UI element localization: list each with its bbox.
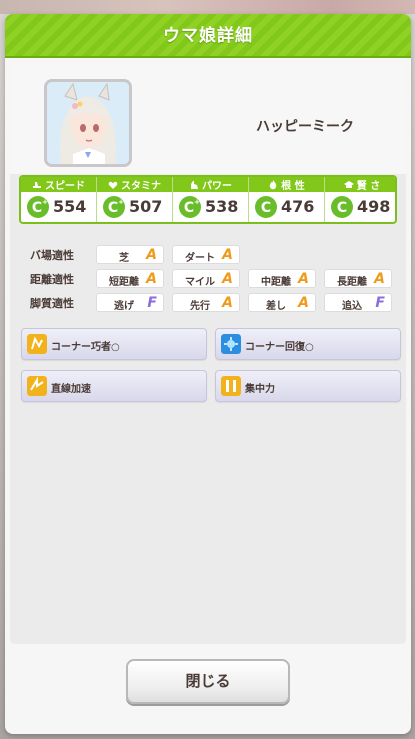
apt-grade: A bbox=[222, 247, 233, 263]
apt-grade: A bbox=[222, 271, 233, 287]
apt-name: ダート bbox=[185, 253, 215, 264]
recovery-skill-icon bbox=[221, 334, 241, 354]
apt-row-label: 脚質適性 bbox=[30, 297, 74, 310]
content-panel: ハッピーミーク スピード C + 554 スタミナ C + 507 パワー C … bbox=[10, 64, 406, 644]
apt-grade: A bbox=[146, 247, 157, 263]
dialog-title: ウマ娘詳細 bbox=[163, 26, 253, 46]
apt-long: 長距離 A bbox=[324, 269, 392, 288]
background-banner bbox=[0, 0, 415, 14]
apt-row-label: 距離適性 bbox=[30, 273, 74, 286]
stat-power: パワー C + 538 bbox=[173, 177, 249, 222]
apt-name: 長距離 bbox=[337, 277, 367, 288]
stat-value: 554 bbox=[53, 197, 87, 216]
stat-grade: C bbox=[261, 200, 271, 216]
apt-sprint: 短距離 A bbox=[96, 269, 164, 288]
apt-name: 逃げ bbox=[114, 301, 134, 312]
stat-grade: C bbox=[184, 200, 194, 216]
stat-grade: C bbox=[337, 200, 347, 216]
power-arm-icon bbox=[191, 180, 198, 189]
apt-name: マイル bbox=[185, 277, 215, 288]
stat-guts: 根 性 C 476 bbox=[249, 177, 325, 222]
stat-value: 476 bbox=[281, 197, 315, 216]
corner-skill-icon bbox=[27, 334, 47, 354]
apt-grade: A bbox=[146, 271, 157, 287]
stat-value: 538 bbox=[205, 197, 239, 216]
stat-label: パワー bbox=[202, 181, 232, 192]
apt-grade: A bbox=[298, 271, 309, 287]
apt-dirt: ダート A bbox=[172, 245, 240, 264]
umamusume-detail-dialog: ウマ娘詳細 ハッピーミーク スピード C + 554 スタミナ C + 507 … bbox=[5, 14, 411, 734]
apt-name: 芝 bbox=[119, 253, 129, 264]
grade-c-badge-icon: C + bbox=[179, 196, 201, 218]
skill-card[interactable]: コーナー回復○ bbox=[215, 328, 401, 360]
apt-grade: F bbox=[375, 295, 385, 311]
svg-text:+: + bbox=[194, 198, 200, 206]
skill-card[interactable]: 直線加速 bbox=[21, 370, 207, 402]
apt-grade: A bbox=[222, 295, 233, 311]
svg-text:+: + bbox=[42, 198, 48, 206]
apt-front-runner: 逃げ F bbox=[96, 293, 164, 312]
close-button[interactable]: 閉じる bbox=[126, 659, 290, 704]
apt-grade: A bbox=[374, 271, 385, 287]
straight-accel-icon bbox=[27, 376, 47, 396]
stat-speed: スピード C + 554 bbox=[21, 177, 97, 222]
apt-pace-chaser: 先行 A bbox=[172, 293, 240, 312]
stat-value: 507 bbox=[129, 197, 163, 216]
apt-turf: 芝 A bbox=[96, 245, 164, 264]
stat-label: スタミナ bbox=[121, 181, 161, 192]
character-avatar[interactable] bbox=[44, 79, 132, 167]
grade-c-badge-icon: C + bbox=[27, 196, 49, 218]
distance-aptitude-row: 距離適性 短距離 A マイル A 中距離 A 長距離 A bbox=[10, 269, 406, 289]
graduation-cap-icon bbox=[343, 180, 354, 188]
svg-text:+: + bbox=[118, 198, 124, 206]
skill-name: 直線加速 bbox=[51, 384, 91, 395]
speed-icon bbox=[33, 181, 41, 188]
stat-wisdom: 賢 さ C 498 bbox=[325, 177, 395, 222]
track-aptitude-row: バ場適性 芝 A ダート A bbox=[10, 245, 406, 265]
apt-name: 先行 bbox=[190, 301, 210, 312]
apt-late-surger: 差し A bbox=[248, 293, 316, 312]
stat-grade: C bbox=[32, 200, 42, 216]
stat-label: スピード bbox=[45, 181, 85, 192]
apt-name: 差し bbox=[266, 301, 286, 312]
apt-name: 短距離 bbox=[109, 277, 139, 288]
stat-label: 根 性 bbox=[281, 181, 305, 192]
apt-grade: A bbox=[298, 295, 309, 311]
concentration-icon bbox=[221, 376, 241, 396]
skill-name: 集中力 bbox=[245, 384, 275, 395]
apt-row-label: バ場適性 bbox=[30, 249, 74, 262]
grade-c-badge-icon: C bbox=[255, 196, 277, 218]
apt-end-closer: 追込 F bbox=[324, 293, 392, 312]
profile-area: ハッピーミーク bbox=[10, 64, 406, 174]
grade-c-badge-icon: C bbox=[331, 196, 353, 218]
stat-value: 498 bbox=[357, 197, 391, 216]
skill-name: コーナー巧者○ bbox=[51, 342, 120, 353]
apt-mile: マイル A bbox=[172, 269, 240, 288]
skill-name: コーナー回復○ bbox=[245, 342, 314, 353]
character-name: ハッピーミーク bbox=[256, 119, 354, 135]
stat-grade: C bbox=[108, 200, 118, 216]
stats-panel: スピード C + 554 スタミナ C + 507 パワー C + 538 根 … bbox=[19, 175, 397, 224]
skill-card[interactable]: コーナー巧者○ bbox=[21, 328, 207, 360]
grade-c-badge-icon: C + bbox=[103, 196, 125, 218]
apt-medium: 中距離 A bbox=[248, 269, 316, 288]
stat-stamina: スタミナ C + 507 bbox=[97, 177, 173, 222]
apt-name: 追込 bbox=[342, 301, 362, 312]
apt-grade: F bbox=[147, 295, 157, 311]
character-portrait-image bbox=[47, 82, 129, 164]
apt-name: 中距離 bbox=[261, 277, 291, 288]
strategy-aptitude-row: 脚質適性 逃げ F 先行 A 差し A 追込 F bbox=[10, 293, 406, 313]
heart-icon bbox=[108, 181, 118, 189]
skill-card[interactable]: 集中力 bbox=[215, 370, 401, 402]
flame-icon bbox=[269, 179, 277, 189]
stat-label: 賢 さ bbox=[356, 181, 381, 192]
